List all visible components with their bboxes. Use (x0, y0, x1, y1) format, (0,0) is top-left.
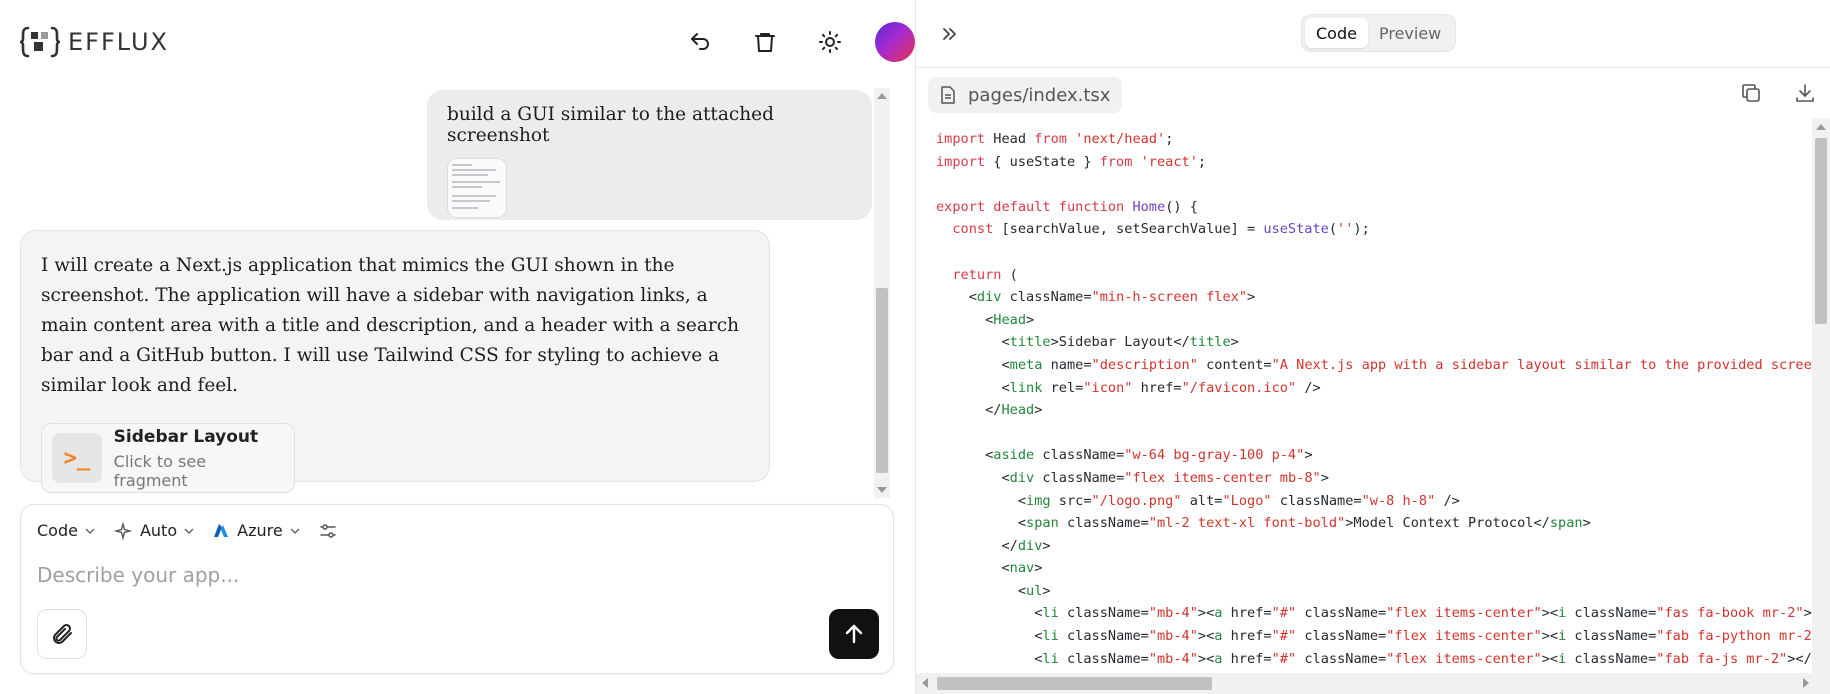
user-avatar[interactable] (875, 22, 915, 62)
scroll-up-arrow[interactable] (877, 93, 887, 99)
scroll-thumb[interactable] (876, 288, 888, 473)
download-icon (1796, 84, 1814, 102)
user-message: build a GUI similar to the attached scre… (427, 90, 872, 220)
arrow-up-icon (845, 624, 863, 644)
code-line: <li className="mb-4"><a href="#" classNa… (936, 605, 1813, 622)
chevron-down-icon (85, 527, 95, 534)
provider-select[interactable]: Azure (213, 521, 301, 540)
file-tab[interactable]: pages/index.tsx (928, 77, 1123, 113)
scroll-thumb[interactable] (937, 677, 1212, 690)
scroll-right-arrow[interactable] (1803, 678, 1809, 688)
code-line: <img src="/logo.png" alt="Logo" classNam… (936, 492, 1460, 509)
collapse-panel-button[interactable] (936, 20, 964, 48)
scroll-left-arrow[interactable] (922, 678, 928, 688)
download-button[interactable] (1794, 82, 1816, 108)
code-editor[interactable]: import Head from 'next/head'; import { u… (916, 118, 1813, 673)
assistant-message-text: I will create a Next.js application that… (41, 255, 740, 396)
code-line: <ul> (936, 582, 1051, 599)
theme-toggle-button[interactable] (810, 22, 850, 62)
file-icon (941, 86, 955, 104)
sun-icon (819, 31, 841, 53)
copy-code-button[interactable] (1740, 82, 1762, 108)
code-line: <nav> (936, 560, 1043, 577)
fragment-title: Sidebar Layout (113, 426, 259, 447)
code-line: <div className="flex items-center mb-8"> (936, 469, 1329, 486)
code-line: </div> (936, 537, 1051, 554)
logo-text: EFFLUX (68, 28, 169, 56)
code-line: <span className="ml-2 text-xl font-bold"… (936, 515, 1591, 532)
code-line: </Head> (936, 402, 1043, 419)
code-line: <div className="min-h-screen flex"> (936, 289, 1256, 306)
settings-sliders-button[interactable] (319, 522, 337, 540)
mode-select[interactable]: Code (37, 521, 96, 540)
attach-file-button[interactable] (37, 609, 87, 659)
code-preview-toggle: Code Preview (1301, 14, 1457, 52)
code-line: export default function Home() { (936, 198, 1198, 215)
code-line: <link rel="icon" href="/favicon.ico" /> (936, 379, 1321, 396)
sliders-icon (319, 523, 336, 538)
code-line: import Head from 'next/head'; (936, 131, 1174, 147)
chevrons-right-icon (943, 28, 956, 40)
chat-messages: build a GUI similar to the attached scre… (20, 88, 872, 498)
azure-icon (214, 523, 229, 537)
prompt-input[interactable] (37, 559, 877, 591)
tab-preview[interactable]: Preview (1368, 18, 1452, 48)
chat-panel: EFFLUX build a GUI similar to the attach… (0, 0, 915, 694)
send-button[interactable] (829, 609, 879, 659)
prompt-composer: Code Auto Azure (20, 504, 894, 674)
code-line: return ( (952, 266, 1018, 283)
code-horizontal-scrollbar[interactable] (916, 673, 1830, 694)
assistant-message: I will create a Next.js application that… (20, 230, 770, 493)
composer-options: Code Auto Azure (37, 521, 355, 540)
undo-icon (691, 33, 709, 50)
scroll-thumb[interactable] (1815, 138, 1827, 324)
trash-icon (755, 33, 775, 52)
tab-code[interactable]: Code (1305, 18, 1368, 48)
sparkle-icon (113, 521, 132, 540)
delete-button[interactable] (745, 22, 785, 62)
attached-screenshot-thumbnail[interactable] (447, 158, 507, 218)
code-panel: Code Preview pages/index.tsx import Head… (915, 0, 1830, 694)
code-line: import { useState } from 'react'; (936, 153, 1207, 170)
code-line: <aside className="w-64 bg-gray-100 p-4"> (936, 447, 1313, 464)
code-line: const [searchValue, setSearchValue] = us… (952, 221, 1370, 238)
chat-scrollbar[interactable] (874, 88, 890, 498)
paperclip-icon (53, 623, 72, 644)
logo: EFFLUX (20, 24, 169, 60)
model-select-label: Auto (139, 521, 178, 540)
code-line: <title>Sidebar Layout</title> (936, 334, 1239, 351)
chevron-down-icon (290, 527, 300, 534)
code-line: <li className="mb-4"><a href="#" classNa… (936, 628, 1813, 645)
mode-select-label: Code (37, 521, 78, 540)
panel-divider (916, 67, 1830, 68)
header-actions (655, 22, 915, 62)
terminal-icon: >_ (52, 433, 102, 483)
code-vertical-scrollbar[interactable] (1812, 118, 1830, 673)
efflux-logo-icon (20, 26, 60, 58)
code-line: <meta name="description" content="A Next… (936, 356, 1813, 373)
model-select[interactable]: Auto (113, 521, 195, 540)
user-message-text: build a GUI similar to the attached scre… (447, 104, 774, 146)
fragment-subtitle: Click to see fragment (113, 451, 207, 490)
scroll-down-arrow[interactable] (877, 487, 887, 493)
scroll-up-arrow[interactable] (1816, 124, 1826, 130)
code-line: <Head> (936, 311, 1035, 328)
provider-select-label: Azure (237, 521, 283, 540)
copy-icon (1742, 84, 1760, 102)
file-name: pages/index.tsx (968, 84, 1111, 106)
undo-button[interactable] (680, 22, 720, 62)
code-line: <li className="mb-4"><a href="#" classNa… (936, 650, 1813, 667)
fragment-card[interactable]: >_ Sidebar Layout Click to see fragment (41, 423, 295, 493)
chevron-down-icon (184, 527, 194, 534)
